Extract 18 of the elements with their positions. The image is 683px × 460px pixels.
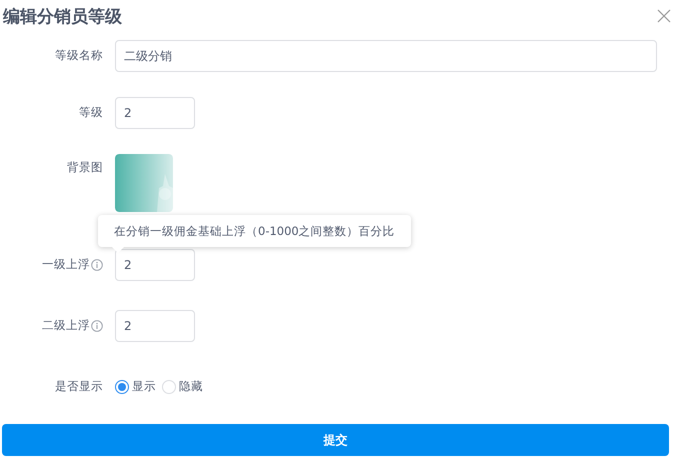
submit-button[interactable]: 提交 (2, 424, 669, 456)
input-field[interactable]: 二级分销 (115, 40, 657, 72)
radio-option[interactable]: 显示 (115, 379, 156, 394)
field-label: 等级 (79, 105, 103, 120)
info-icon[interactable] (91, 258, 103, 270)
info-icon[interactable] (91, 320, 103, 332)
field-label: 是否显示 (55, 379, 103, 394)
tooltip: 在分销一级佣金基础上浮（0-1000之间整数）百分比 (98, 215, 411, 247)
field-label: 等级名称 (55, 48, 103, 63)
close-button[interactable] (657, 9, 671, 23)
input-field[interactable]: 2 (115, 97, 195, 129)
field-label: 二级上浮 (42, 318, 90, 333)
dialog-title: 编辑分销员等级 (3, 6, 122, 28)
field-label: 一级上浮 (42, 257, 90, 272)
input-field[interactable]: 2 (115, 249, 195, 281)
input-field[interactable]: 2 (115, 310, 195, 342)
field-label: 背景图 (67, 160, 103, 175)
radio-option[interactable]: 隐藏 (162, 379, 203, 394)
